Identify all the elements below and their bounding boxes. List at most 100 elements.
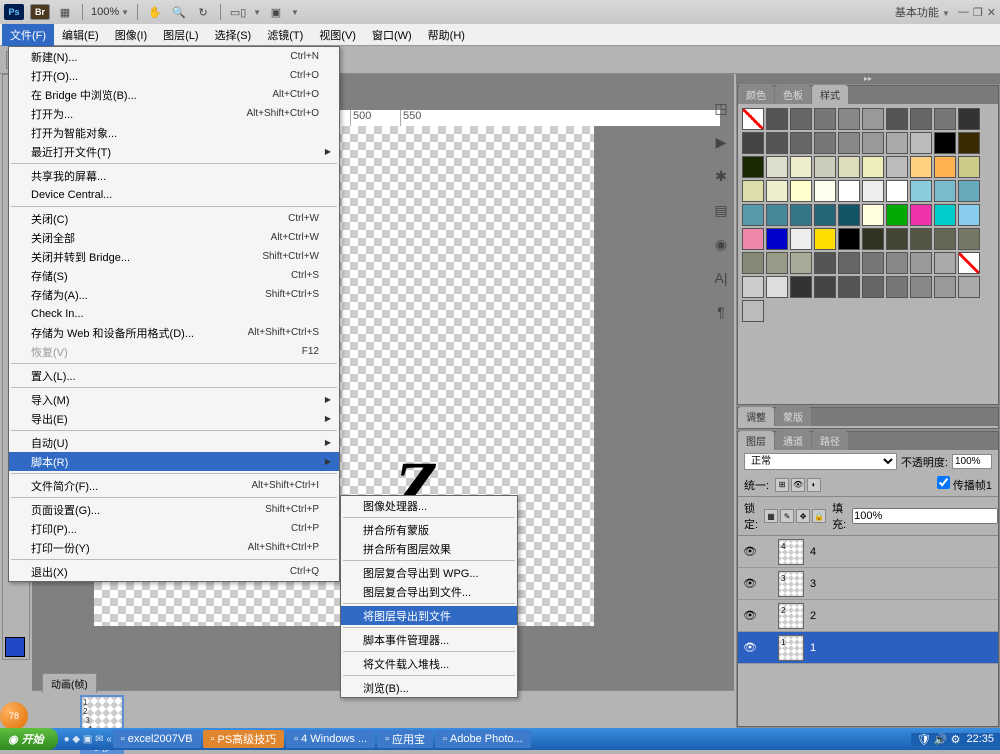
style-swatch[interactable] (910, 108, 932, 130)
bridge-logo[interactable]: Br (30, 4, 50, 20)
file-menu-item[interactable]: 关闭(C)Ctrl+W (9, 209, 339, 228)
style-swatch[interactable] (814, 204, 836, 226)
style-swatch[interactable] (886, 228, 908, 250)
style-swatch[interactable] (910, 276, 932, 298)
screen-mode-icon[interactable]: ▣ (267, 4, 285, 20)
foreground-color[interactable] (5, 637, 25, 657)
style-swatch[interactable] (838, 180, 860, 202)
history-icon[interactable]: ▤ (710, 202, 732, 222)
style-swatch[interactable] (838, 132, 860, 154)
style-swatch[interactable] (766, 180, 788, 202)
script-menu-item[interactable]: 将图层导出到文件 (341, 606, 517, 625)
file-menu-item[interactable]: 打开为智能对象... (9, 123, 339, 142)
file-menu-item[interactable]: 退出(X)Ctrl+Q (9, 562, 339, 581)
taskbar-item[interactable]: ▫excel2007VB (113, 730, 201, 748)
style-swatch[interactable] (766, 132, 788, 154)
opacity-input[interactable] (952, 454, 992, 469)
style-swatch[interactable] (886, 108, 908, 130)
menu-s[interactable]: 选择(S) (207, 24, 260, 46)
style-swatch[interactable] (766, 108, 788, 130)
style-swatch[interactable] (958, 204, 980, 226)
file-menu-item[interactable]: 置入(L)... (9, 366, 339, 385)
style-swatch[interactable] (862, 228, 884, 250)
style-swatch[interactable] (766, 204, 788, 226)
style-swatch[interactable] (742, 252, 764, 274)
style-swatch[interactable] (766, 156, 788, 178)
style-swatch[interactable] (790, 204, 812, 226)
notification-orb[interactable]: 78 (0, 702, 28, 730)
filmstrip-icon[interactable]: ▦ (56, 4, 74, 20)
style-swatch[interactable] (862, 108, 884, 130)
layer-thumbnail[interactable]: 4 (778, 539, 804, 565)
tab-styles[interactable]: 样式 (812, 85, 848, 104)
blend-mode-select[interactable]: 正常 (744, 453, 897, 470)
tab-paths[interactable]: 路径 (812, 431, 848, 450)
minimize-icon[interactable]: — (958, 6, 969, 19)
style-swatch[interactable] (862, 252, 884, 274)
file-menu-item[interactable]: 关闭并转到 Bridge...Shift+Ctrl+W (9, 247, 339, 266)
file-menu-item[interactable]: 打开为...Alt+Shift+Ctrl+O (9, 104, 339, 123)
style-swatch[interactable] (790, 228, 812, 250)
visibility-icon[interactable]: 👁 (742, 608, 758, 624)
style-swatch[interactable] (742, 180, 764, 202)
taskbar-item[interactable]: ▫Adobe Photo... (435, 730, 531, 748)
style-swatch[interactable] (814, 132, 836, 154)
style-swatch[interactable] (766, 276, 788, 298)
file-menu-item[interactable]: 在 Bridge 中浏览(B)...Alt+Ctrl+O (9, 85, 339, 104)
style-swatch[interactable] (814, 252, 836, 274)
menu-v[interactable]: 视图(V) (311, 24, 364, 46)
unify-position-icon[interactable]: ⊞ (775, 478, 789, 492)
file-menu-item[interactable]: 存储为 Web 和设备所用格式(D)...Alt+Shift+Ctrl+S (9, 323, 339, 342)
lock-all-icon[interactable]: 🔒 (812, 509, 826, 523)
lock-position-icon[interactable]: ✥ (796, 509, 810, 523)
style-swatch[interactable] (790, 156, 812, 178)
file-menu-item[interactable]: 导出(E) (9, 409, 339, 428)
paragraph-icon[interactable]: ¶ (710, 304, 732, 324)
file-menu-item[interactable]: 共享我的屏幕... (9, 166, 339, 185)
zoom-icon[interactable]: 🔍 (170, 4, 188, 20)
style-swatch[interactable] (958, 276, 980, 298)
style-swatch[interactable] (862, 204, 884, 226)
maximize-icon[interactable]: ❐ (973, 6, 983, 19)
style-swatch[interactable] (838, 228, 860, 250)
style-swatch[interactable] (766, 228, 788, 250)
rotate-icon[interactable]: ↻ (194, 4, 212, 20)
style-swatch[interactable] (742, 276, 764, 298)
zoom-level[interactable]: 100%▼ (91, 6, 129, 18)
animation-tab[interactable]: 动画(帧) (42, 673, 97, 693)
file-menu-item[interactable]: 文件简介(F)...Alt+Shift+Ctrl+I (9, 476, 339, 495)
menu-h[interactable]: 帮助(H) (420, 24, 473, 46)
style-swatch[interactable] (958, 156, 980, 178)
style-swatch[interactable] (790, 276, 812, 298)
file-menu-item[interactable]: 自动(U) (9, 433, 339, 452)
style-swatch[interactable] (742, 300, 764, 322)
menu-f[interactable]: 文件(F) (2, 24, 54, 46)
style-swatch[interactable] (862, 156, 884, 178)
file-menu-item[interactable]: 脚本(R) (9, 452, 339, 471)
tab-layers[interactable]: 图层 (738, 431, 774, 450)
tab-adjustments[interactable]: 调整 (738, 407, 774, 426)
style-swatch[interactable] (790, 132, 812, 154)
script-menu-item[interactable]: 浏览(B)... (341, 678, 517, 697)
style-swatch[interactable] (814, 156, 836, 178)
layer-row[interactable]: 👁22 (738, 600, 998, 632)
file-menu-item[interactable]: 导入(M) (9, 390, 339, 409)
script-menu-item[interactable]: 将文件载入堆栈... (341, 654, 517, 673)
style-swatch[interactable] (910, 156, 932, 178)
visibility-icon[interactable]: 👁 (742, 640, 758, 656)
style-swatch[interactable] (838, 156, 860, 178)
tab-color[interactable]: 颜色 (738, 85, 774, 104)
layer-thumbnail[interactable]: 1 (778, 635, 804, 661)
script-menu-item[interactable]: 拼合所有蒙版 (341, 520, 517, 539)
file-menu-item[interactable]: 页面设置(G)...Shift+Ctrl+P (9, 500, 339, 519)
style-swatch[interactable] (886, 132, 908, 154)
menu-i[interactable]: 图像(I) (107, 24, 155, 46)
style-swatch[interactable] (934, 204, 956, 226)
style-swatch[interactable] (766, 252, 788, 274)
file-menu-item[interactable]: 打印(P)...Ctrl+P (9, 519, 339, 538)
style-swatch[interactable] (934, 276, 956, 298)
hand-icon[interactable]: ✋ (146, 4, 164, 20)
style-swatch[interactable] (934, 252, 956, 274)
script-menu-item[interactable]: 脚本事件管理器... (341, 630, 517, 649)
script-menu-item[interactable]: 图层复合导出到文件... (341, 582, 517, 601)
